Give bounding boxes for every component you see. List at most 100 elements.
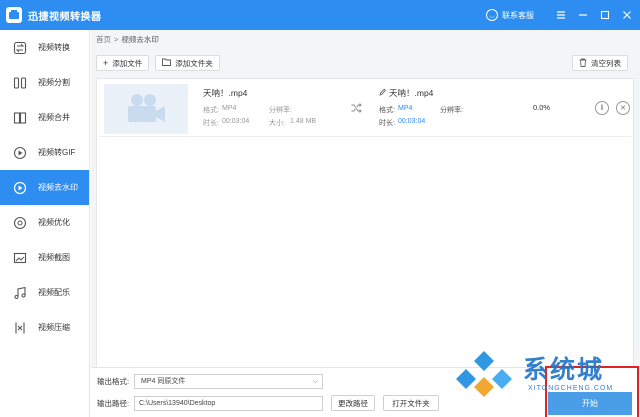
size-label: 大小:: [269, 120, 285, 127]
sidebar: 视频转换 视频分割 视频合并 视频转GIF 视频去水印 视频优化 视频截图 视频…: [0, 30, 90, 417]
sidebar-item-convert[interactable]: 视频转换: [0, 30, 89, 65]
list-item[interactable]: 天呐！.mp4 格式: MP4 分辨率: 时长: 00:03:04 大小: 1.…: [99, 81, 631, 137]
menu-icon: [557, 11, 565, 19]
optimize-icon: [12, 215, 28, 231]
close-button[interactable]: [618, 6, 636, 24]
sidebar-item-optimize[interactable]: 视频优化: [0, 205, 89, 240]
add-file-label: 添加文件: [112, 58, 143, 68]
close-icon: ✕: [620, 105, 626, 112]
sidebar-item-label: 视频转换: [38, 43, 70, 52]
remove-button[interactable]: ✕: [616, 101, 630, 115]
source-format: MP4: [222, 105, 237, 112]
video-thumbnail: [104, 84, 188, 134]
screenshot-icon: [12, 250, 28, 266]
resolution-label: 分辨率:: [269, 107, 292, 114]
headset-icon: ◡: [486, 9, 498, 21]
change-path-label: 更改路径: [338, 398, 368, 408]
output-path-value: C:\Users\13940\Desktop: [139, 399, 216, 407]
output-format-value: MP4 同原文件: [141, 378, 186, 385]
output-format-row: 输出格式: MP4 同原文件 ⌵: [97, 373, 323, 389]
watermark-remove-icon: [12, 180, 28, 196]
breadcrumb-home[interactable]: 首页: [96, 34, 111, 45]
merge-icon: [12, 110, 28, 126]
support-button[interactable]: ◡ 联系客服: [486, 9, 534, 21]
output-duration: 00:03:04: [398, 118, 426, 125]
open-folder-button[interactable]: 打开文件夹: [383, 395, 439, 411]
maximize-icon: [600, 10, 610, 20]
plus-icon: +: [103, 58, 109, 68]
source-file-name: 天呐！.mp4: [203, 88, 248, 98]
output-file-name: 天呐！.mp4: [389, 88, 434, 98]
breadcrumb-current: 视频去水印: [121, 34, 159, 44]
duration-label: 时长:: [203, 120, 219, 127]
sidebar-item-merge[interactable]: 视频合并: [0, 100, 89, 135]
trash-icon: [579, 58, 587, 69]
menu-button[interactable]: [552, 6, 570, 24]
maximize-button[interactable]: [596, 6, 614, 24]
sidebar-item-label: 视频分割: [38, 78, 70, 87]
sidebar-item-label: 视频去水印: [38, 183, 78, 192]
add-folder-label: 添加文件夹: [175, 58, 213, 68]
pause-icon: ǁ: [600, 104, 604, 112]
duration-label: 时长:: [379, 120, 395, 127]
source-meta-line-1: 格式: MP4 分辨率:: [203, 105, 343, 118]
progress-percent: 0.0%: [533, 103, 551, 112]
output-name-row: 天呐！.mp4: [379, 87, 579, 99]
sidebar-item-label: 视频合并: [38, 113, 70, 122]
clear-list-button[interactable]: 清空列表: [572, 55, 628, 71]
sidebar-item-music[interactable]: 视频配乐: [0, 275, 89, 310]
breadcrumb-separator: >: [114, 34, 119, 44]
sidebar-item-label: 视频优化: [38, 218, 70, 227]
format-label: 格式:: [379, 107, 395, 114]
title-bar: 迅捷视频转换器 ◡ 联系客服: [0, 0, 640, 30]
sidebar-item-gif[interactable]: 视频转GIF: [0, 135, 89, 170]
pause-button[interactable]: ǁ: [595, 101, 609, 115]
music-icon: [12, 285, 28, 301]
sidebar-item-watermark-remove[interactable]: 视频去水印: [0, 170, 89, 205]
clear-list-label: 清空列表: [591, 58, 621, 68]
support-label: 联系客服: [502, 10, 534, 20]
shuffle-icon: [349, 101, 363, 115]
folder-icon: [162, 58, 172, 68]
sidebar-item-label: 视频截图: [38, 253, 70, 262]
video-camera-icon: [128, 94, 165, 122]
sidebar-item-label: 视频配乐: [38, 288, 70, 297]
source-info: 天呐！.mp4 格式: MP4 分辨率: 时长: 00:03:04 大小: 1.…: [203, 87, 343, 131]
app-logo-icon: [6, 7, 22, 23]
split-icon: [12, 75, 28, 91]
sidebar-item-screenshot[interactable]: 视频截图: [0, 240, 89, 275]
source-size: 1.48 MB: [290, 118, 317, 125]
convert-icon: [12, 40, 28, 56]
output-path-field[interactable]: C:\Users\13940\Desktop: [134, 395, 323, 411]
start-label: 开始: [582, 399, 598, 408]
format-label: 格式:: [203, 107, 219, 114]
output-settings: 输出格式: MP4 同原文件 ⌵ 输出路径: C:\Users\13940\De…: [91, 367, 640, 417]
sidebar-item-compress[interactable]: 视频压缩: [0, 310, 89, 345]
sidebar-item-label: 视频压缩: [38, 323, 70, 332]
source-duration: 00:03:04: [222, 118, 250, 125]
source-meta-line-2: 时长: 00:03:04 大小: 1.48 MB: [203, 118, 343, 131]
file-list: 天呐！.mp4 格式: MP4 分辨率: 时长: 00:03:04 大小: 1.…: [96, 78, 634, 391]
minimize-button[interactable]: [574, 6, 592, 24]
breadcrumb: 首页 > 视频去水印: [91, 30, 640, 48]
gif-icon: [12, 145, 28, 161]
compress-icon: [12, 320, 28, 336]
output-format-label: 输出格式:: [97, 376, 130, 386]
main-panel: 首页 > 视频去水印 + 添加文件 添加文件夹 清空列表 天呐！.mp4 格式:…: [91, 30, 640, 417]
output-format-select[interactable]: MP4 同原文件 ⌵: [134, 373, 323, 389]
add-folder-button[interactable]: 添加文件夹: [155, 55, 220, 71]
minimize-icon: [579, 14, 587, 16]
sidebar-item-split[interactable]: 视频分割: [0, 65, 89, 100]
resolution-label: 分辨率:: [440, 107, 463, 114]
output-path-row: 输出路径: C:\Users\13940\Desktop 更改路径 打开文件夹: [97, 395, 439, 411]
open-folder-label: 打开文件夹: [392, 398, 430, 408]
chevron-down-icon: ⌵: [312, 377, 318, 385]
output-format[interactable]: MP4: [398, 105, 440, 118]
pencil-icon[interactable]: [379, 88, 386, 98]
add-file-button[interactable]: + 添加文件: [96, 55, 150, 71]
app-title: 迅捷视频转换器: [28, 11, 102, 23]
start-button[interactable]: 开始: [548, 392, 632, 415]
change-path-button[interactable]: 更改路径: [331, 395, 375, 411]
output-path-label: 输出路径:: [97, 398, 130, 408]
toolbar: + 添加文件 添加文件夹 清空列表: [96, 54, 634, 72]
